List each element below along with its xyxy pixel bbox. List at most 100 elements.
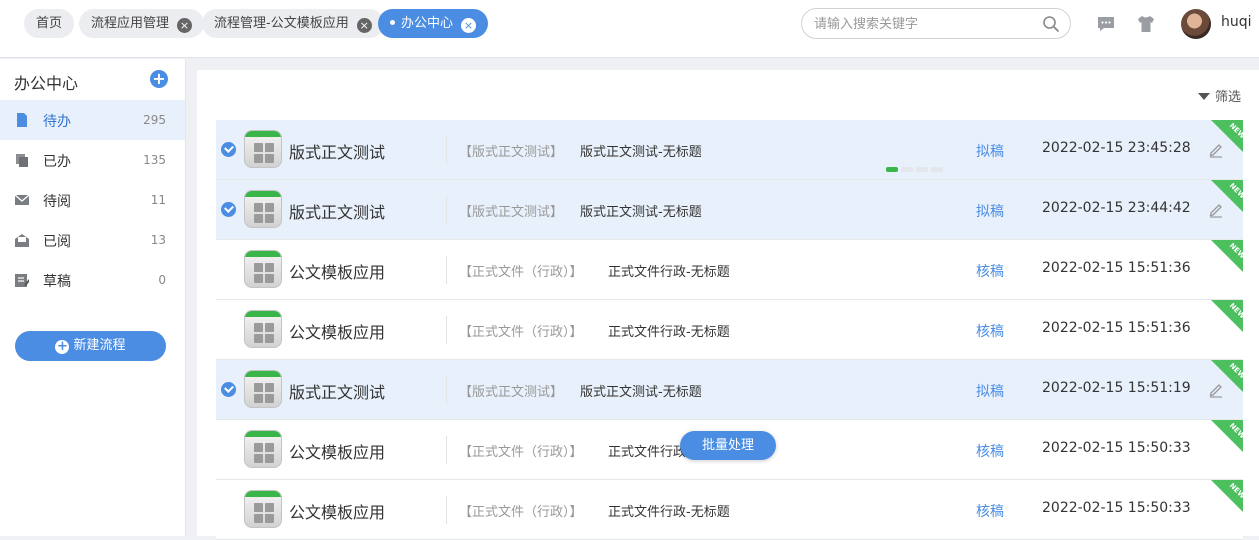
flow-name: 公文模板应用	[289, 323, 386, 342]
check-icon[interactable]	[221, 382, 236, 397]
status-link[interactable]: 核稿	[976, 441, 1004, 461]
doc-title[interactable]: 正式文件行政-无标题	[608, 261, 730, 280]
doc-title[interactable]: 版式正文测试-无标题	[580, 141, 702, 160]
sidebar-item-read[interactable]: 已阅 13	[0, 220, 185, 260]
new-badge-label: NEW	[1227, 361, 1243, 381]
skin-icon[interactable]	[1136, 14, 1156, 34]
new-badge: NEW	[1211, 120, 1243, 152]
search-input[interactable]	[814, 14, 1034, 34]
tab-flow-management-template[interactable]: 流程管理-公文模板应用 ×	[202, 9, 384, 38]
status-link[interactable]: 拟稿	[976, 381, 1004, 401]
doc-title[interactable]: 正式文件行政-无标题	[608, 321, 730, 340]
divider	[446, 256, 447, 284]
main-panel: 筛选 版式正文测试 【版式正文测试】 版式正文测试-无标题 拟稿 2022-02-15 …	[197, 70, 1259, 540]
doc-title[interactable]: 版式正文测试-无标题	[580, 381, 702, 400]
sidebar-item-done[interactable]: 已办 135	[0, 140, 185, 180]
sidebar-item-draft[interactable]: 草稿 0	[0, 260, 185, 300]
table-row[interactable]: 版式正文测试 【版式正文测试】 版式正文测试-无标题 拟稿 2022-02-15 23:…	[216, 180, 1243, 240]
new-flow-button[interactable]: + 新建流程	[15, 331, 166, 361]
app-icon	[244, 310, 282, 348]
divider	[446, 436, 447, 464]
flow-name: 版式正文测试	[289, 383, 386, 402]
close-icon[interactable]: ×	[356, 18, 372, 33]
sidebar-item-count: 11	[150, 193, 166, 207]
new-badge-label: NEW	[1227, 181, 1243, 201]
sidebar-item-label: 已阅	[43, 234, 71, 250]
flow-category: 【正式文件（行政）】	[459, 505, 583, 520]
close-icon[interactable]: ×	[177, 18, 193, 33]
avatar[interactable]	[1181, 9, 1211, 39]
search-icon[interactable]	[1042, 15, 1060, 33]
batch-process-button[interactable]: 批量处理	[680, 431, 776, 460]
status-link[interactable]: 拟稿	[976, 201, 1004, 221]
timestamp: 2022-02-15 15:51:36	[1042, 320, 1191, 336]
table-row[interactable]: 版式正文测试 【版式正文测试】 版式正文测试-无标题 拟稿 2022-02-15 23:…	[216, 120, 1243, 180]
check-icon[interactable]	[221, 202, 236, 217]
status-link[interactable]: 核稿	[976, 321, 1004, 341]
plus-icon: +	[55, 339, 70, 354]
app-icon	[244, 190, 282, 228]
doc-title[interactable]: 正式文件行政-无标题	[608, 501, 730, 520]
divider	[446, 376, 447, 404]
flow-category: 【版式正文测试】	[459, 145, 564, 160]
filter-icon	[1197, 93, 1210, 100]
flow-name: 公文模板应用	[289, 503, 386, 522]
mail-icon	[15, 194, 29, 205]
message-icon[interactable]	[1096, 14, 1116, 34]
new-badge: NEW	[1211, 420, 1243, 452]
new-badge: NEW	[1211, 360, 1243, 392]
doc-title[interactable]: 版式正文测试-无标题	[580, 201, 702, 220]
add-icon[interactable]: +	[150, 70, 168, 88]
search-box	[801, 8, 1071, 39]
filter-button[interactable]: 筛选	[1197, 86, 1241, 105]
divider	[446, 196, 447, 224]
timestamp: 2022-02-15 23:45:28	[1042, 140, 1191, 156]
app-icon	[244, 430, 282, 468]
sidebar-item-todo[interactable]: 待办 295	[0, 100, 185, 140]
flow-name: 版式正文测试	[289, 143, 386, 162]
new-badge: NEW	[1211, 180, 1243, 212]
table-row[interactable]: 公文模板应用 【正式文件（行政）】 正式文件行政-无标题 核稿 2022-02-15 1…	[216, 240, 1243, 300]
check-icon[interactable]	[221, 142, 236, 157]
divider	[446, 136, 447, 164]
status-link[interactable]: 核稿	[976, 261, 1004, 281]
batch-label: 批量处理	[701, 438, 754, 453]
new-badge: NEW	[1211, 480, 1243, 512]
timestamp: 2022-02-15 15:51:36	[1042, 260, 1191, 276]
status-link[interactable]: 拟稿	[976, 141, 1004, 161]
flow-category: 【正式文件（行政）】	[459, 325, 583, 340]
new-badge-label: NEW	[1227, 241, 1243, 261]
new-badge: NEW	[1211, 300, 1243, 332]
sidebar-item-label: 草稿	[43, 274, 71, 290]
timestamp: 2022-02-15 15:50:33	[1042, 440, 1191, 456]
sidebar: 办公中心 + 待办 295 已办 135 待阅 11 已阅 13 草稿 0 + 新…	[0, 59, 186, 536]
open-mail-icon	[15, 234, 29, 247]
loading-indicator	[886, 167, 943, 172]
tab-flow-app-management[interactable]: 流程应用管理 ×	[79, 9, 205, 38]
table-row[interactable]: 版式正文测试 【版式正文测试】 版式正文测试-无标题 拟稿 2022-02-15 15:…	[216, 360, 1243, 420]
table-row[interactable]: 公文模板应用 【正式文件（行政）】 正式文件行政-无标题 核稿 2022-02-15 1…	[216, 300, 1243, 360]
sidebar-item-label: 待阅	[43, 194, 71, 210]
flow-category: 【正式文件（行政）】	[459, 265, 583, 280]
username[interactable]: huqi	[1221, 14, 1252, 30]
table-row[interactable]: 公文模板应用 【正式文件（行政）】 正式文件行政-无标题 核稿 2022-02-15 1…	[216, 480, 1243, 540]
document-icon	[17, 113, 27, 127]
flow-name: 版式正文测试	[289, 203, 386, 222]
timestamp: 2022-02-15 23:44:42	[1042, 200, 1191, 216]
sidebar-item-to-read[interactable]: 待阅 11	[0, 180, 185, 220]
draft-icon	[15, 274, 29, 287]
tab-office-center[interactable]: 办公中心 ×	[378, 9, 489, 38]
close-icon[interactable]: ×	[461, 18, 477, 33]
app-icon	[244, 250, 282, 288]
tab-label: 办公中心	[401, 16, 454, 31]
flow-category: 【版式正文测试】	[459, 205, 564, 220]
status-link[interactable]: 核稿	[976, 501, 1004, 521]
divider	[446, 496, 447, 524]
active-dot-icon	[390, 20, 395, 25]
tab-home[interactable]: 首页	[24, 9, 75, 38]
app-icon	[244, 370, 282, 408]
sidebar-item-label: 待办	[43, 114, 71, 130]
stack-icon	[16, 154, 28, 167]
flow-name: 公文模板应用	[289, 263, 386, 282]
filter-label: 筛选	[1214, 90, 1241, 105]
